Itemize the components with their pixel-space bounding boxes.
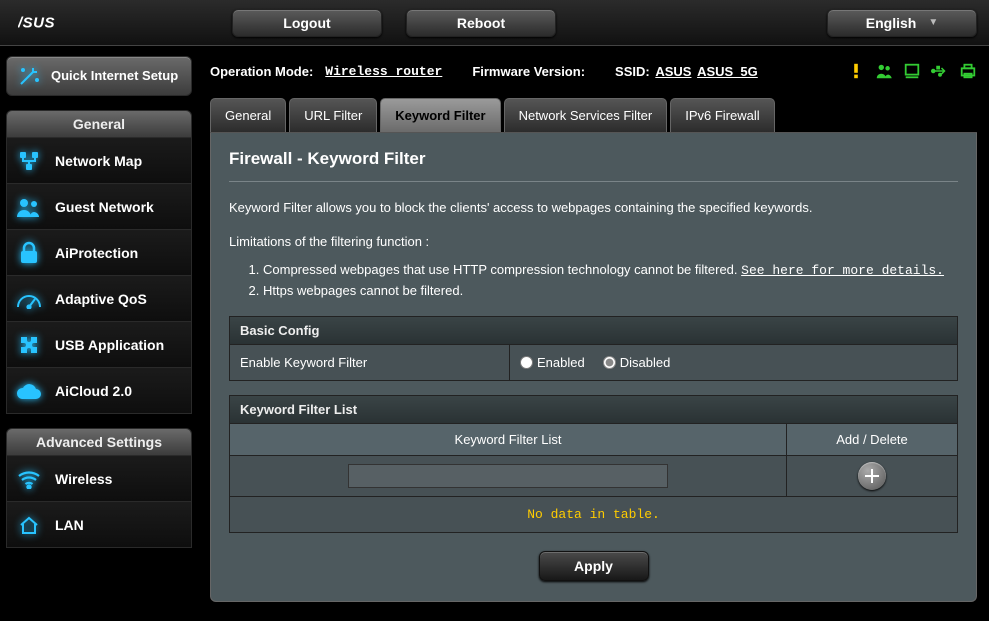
puzzle-icon — [15, 331, 43, 359]
basic-config-section: Basic Config Enable Keyword Filter Enabl… — [229, 316, 958, 381]
sidebar-item-label: AiCloud 2.0 — [55, 383, 132, 399]
asus-logo: /SUS — [18, 8, 112, 38]
op-mode-link[interactable]: Wireless router — [325, 64, 442, 79]
radio-disabled-input[interactable] — [603, 356, 616, 369]
limitation-2: Https webpages cannot be filtered. — [263, 281, 958, 301]
apply-button[interactable]: Apply — [539, 551, 649, 581]
home-icon — [15, 511, 43, 539]
radio-enabled-input[interactable] — [520, 356, 533, 369]
radio-disabled[interactable]: Disabled — [603, 355, 671, 370]
users-status-icon[interactable] — [875, 62, 893, 80]
sidebar-item-usb-application[interactable]: USB Application — [6, 322, 192, 368]
sidebar-item-label: Adaptive QoS — [55, 291, 147, 307]
logout-button[interactable]: Logout — [232, 9, 382, 37]
language-select[interactable]: English ▼ — [827, 9, 977, 37]
sidebar-item-aicloud[interactable]: AiCloud 2.0 — [6, 368, 192, 414]
sidebar-item-lan[interactable]: LAN — [6, 502, 192, 548]
radio-enabled[interactable]: Enabled — [520, 355, 585, 370]
cloud-icon — [15, 377, 43, 405]
ssid-block: SSID: ASUS ASUS_5G — [615, 64, 758, 79]
ssid-link-2[interactable]: ASUS_5G — [697, 64, 758, 79]
basic-config-header: Basic Config — [229, 316, 958, 345]
column-keyword: Keyword Filter List — [230, 424, 787, 455]
keyword-filter-list-section: Keyword Filter List Keyword Filter List … — [229, 395, 958, 533]
sidebar-section-advanced: Advanced Settings — [6, 428, 192, 456]
lock-icon — [15, 239, 43, 267]
network-map-icon — [15, 147, 43, 175]
language-label: English — [866, 15, 917, 31]
wand-icon — [15, 62, 43, 90]
status-icons — [847, 62, 977, 80]
no-data-message: No data in table. — [229, 497, 958, 533]
quick-internet-setup-button[interactable]: Quick Internet Setup — [6, 56, 192, 96]
enable-keyword-filter-label: Enable Keyword Filter — [230, 345, 510, 380]
sidebar-item-label: AiProtection — [55, 245, 138, 261]
usb-status-icon[interactable] — [931, 62, 949, 80]
sidebar-item-guest-network[interactable]: Guest Network — [6, 184, 192, 230]
wifi-icon — [15, 465, 43, 493]
limitation-details-link[interactable]: See here for more details. — [741, 263, 944, 278]
users-icon — [15, 193, 43, 221]
reboot-button[interactable]: Reboot — [406, 9, 556, 37]
tab-general[interactable]: General — [210, 98, 286, 132]
alert-icon[interactable] — [847, 62, 865, 80]
sidebar-item-label: Network Map — [55, 153, 142, 169]
column-action: Add / Delete — [787, 424, 957, 455]
sidebar-item-label: Wireless — [55, 471, 112, 487]
limitations-title: Limitations of the filtering function : — [229, 232, 958, 252]
op-mode-label: Operation Mode: — [210, 64, 313, 79]
sidebar-item-label: USB Application — [55, 337, 164, 353]
limitation-1: Compressed webpages that use HTTP compre… — [263, 260, 958, 281]
page-title: Firewall - Keyword Filter — [229, 149, 958, 182]
sidebar-item-adaptive-qos[interactable]: Adaptive QoS — [6, 276, 192, 322]
tab-ipv6-firewall[interactable]: IPv6 Firewall — [670, 98, 774, 132]
sidebar-item-wireless[interactable]: Wireless — [6, 456, 192, 502]
printer-status-icon[interactable] — [959, 62, 977, 80]
plus-icon — [864, 468, 880, 484]
firewall-tabs: General URL Filter Keyword Filter Networ… — [210, 98, 977, 133]
router-info-bar: Operation Mode: Wireless router Firmware… — [210, 56, 977, 86]
sidebar-item-label: LAN — [55, 517, 84, 533]
tab-keyword-filter[interactable]: Keyword Filter — [380, 98, 500, 132]
sidebar-item-label: Guest Network — [55, 199, 154, 215]
sidebar-section-general: General — [6, 110, 192, 138]
content-panel: Firewall - Keyword Filter Keyword Filter… — [210, 133, 977, 602]
tab-network-services-filter[interactable]: Network Services Filter — [504, 98, 668, 132]
speedometer-icon — [15, 285, 43, 313]
keyword-input[interactable] — [348, 464, 668, 488]
wan-status-icon[interactable] — [903, 62, 921, 80]
chevron-down-icon: ▼ — [928, 17, 938, 28]
sidebar-item-aiprotection[interactable]: AiProtection — [6, 230, 192, 276]
add-keyword-button[interactable] — [858, 462, 886, 490]
fw-version-label: Firmware Version: — [472, 64, 585, 79]
sidebar: Quick Internet Setup General Network Map… — [0, 46, 198, 602]
sidebar-item-network-map[interactable]: Network Map — [6, 138, 192, 184]
keyword-filter-list-header: Keyword Filter List — [229, 395, 958, 424]
svg-text:/SUS: /SUS — [18, 14, 55, 31]
main-content: Operation Mode: Wireless router Firmware… — [198, 46, 989, 602]
ssid-link-1[interactable]: ASUS — [655, 64, 691, 79]
page-description: Keyword Filter allows you to block the c… — [229, 198, 958, 218]
top-bar: /SUS Logout Reboot English ▼ — [0, 0, 989, 46]
tab-url-filter[interactable]: URL Filter — [289, 98, 377, 132]
qis-label: Quick Internet Setup — [51, 69, 178, 83]
